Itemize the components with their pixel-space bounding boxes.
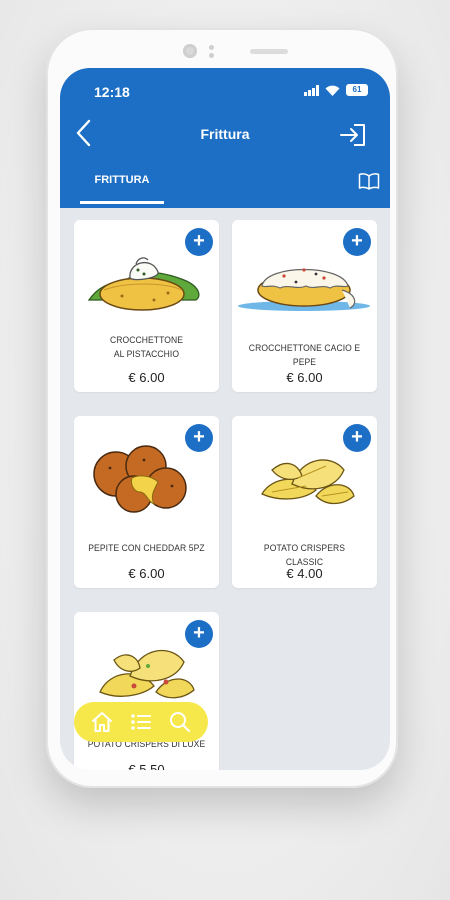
status-bar: 12:18 61 <box>94 84 368 100</box>
product-card[interactable]: + POTATO CRISPERS CLASSIC € 4.00 <box>232 416 377 588</box>
product-price: € 5.50 <box>128 762 165 770</box>
sensor <box>209 45 214 50</box>
product-card[interactable]: + PEPITE CON CHEDDAR 5PZ € 6.00 <box>74 416 219 588</box>
pepite-cheddar-image <box>93 445 187 513</box>
app-screen: 12:18 61 Frittura FRITTURA + CROCCHETTON… <box>60 68 390 770</box>
product-card[interactable]: + POTATO CRISPERS DI LUXE € 5.50 <box>74 612 219 770</box>
product-card[interactable]: + CROCCHETTONE AL PISTACCHIO € 6.00 <box>74 220 219 392</box>
tab-frittura[interactable]: FRITTURA <box>80 174 164 186</box>
status-time: 12:18 <box>94 84 130 100</box>
speaker <box>250 49 288 54</box>
product-price: € 4.00 <box>286 566 323 581</box>
wifi-icon <box>325 85 340 96</box>
list-icon[interactable] <box>129 710 153 734</box>
product-grid: + CROCCHETTONE AL PISTACCHIO € 6.00 + CR… <box>60 208 390 770</box>
product-price: € 6.00 <box>128 370 165 385</box>
product-name: CROCCHETTONE AL PISTACCHIO <box>109 335 184 360</box>
toolbar: Frittura <box>60 118 390 152</box>
product-price: € 6.00 <box>286 370 323 385</box>
app-header: 12:18 61 Frittura FRITTURA <box>60 68 390 208</box>
home-icon[interactable] <box>90 710 114 734</box>
book-icon[interactable] <box>358 172 380 190</box>
camera <box>183 44 197 58</box>
search-icon[interactable] <box>168 710 192 734</box>
category-tabs: FRITTURA <box>60 168 390 208</box>
bottom-navigation <box>74 702 208 742</box>
battery-icon: 61 <box>346 84 368 96</box>
tab-indicator <box>80 201 164 204</box>
login-icon[interactable] <box>338 122 368 148</box>
sensor <box>209 53 214 58</box>
crocchettone-pistacchio-image <box>87 257 200 311</box>
product-name: CROCCHETTONE CACIO E PEPE <box>248 343 361 368</box>
crocchettone-cacio-pepe-image <box>238 268 370 311</box>
product-name: PEPITE CON CHEDDAR 5PZ <box>88 543 205 554</box>
product-price: € 6.00 <box>128 566 165 581</box>
potato-crispers-deluxe-image <box>99 649 195 699</box>
product-card[interactable]: + CROCCHETTONE CACIO E PEPE € 6.00 <box>232 220 377 392</box>
potato-crispers-image <box>261 459 355 505</box>
signal-icon <box>304 84 319 96</box>
status-icons: 61 <box>304 84 368 96</box>
